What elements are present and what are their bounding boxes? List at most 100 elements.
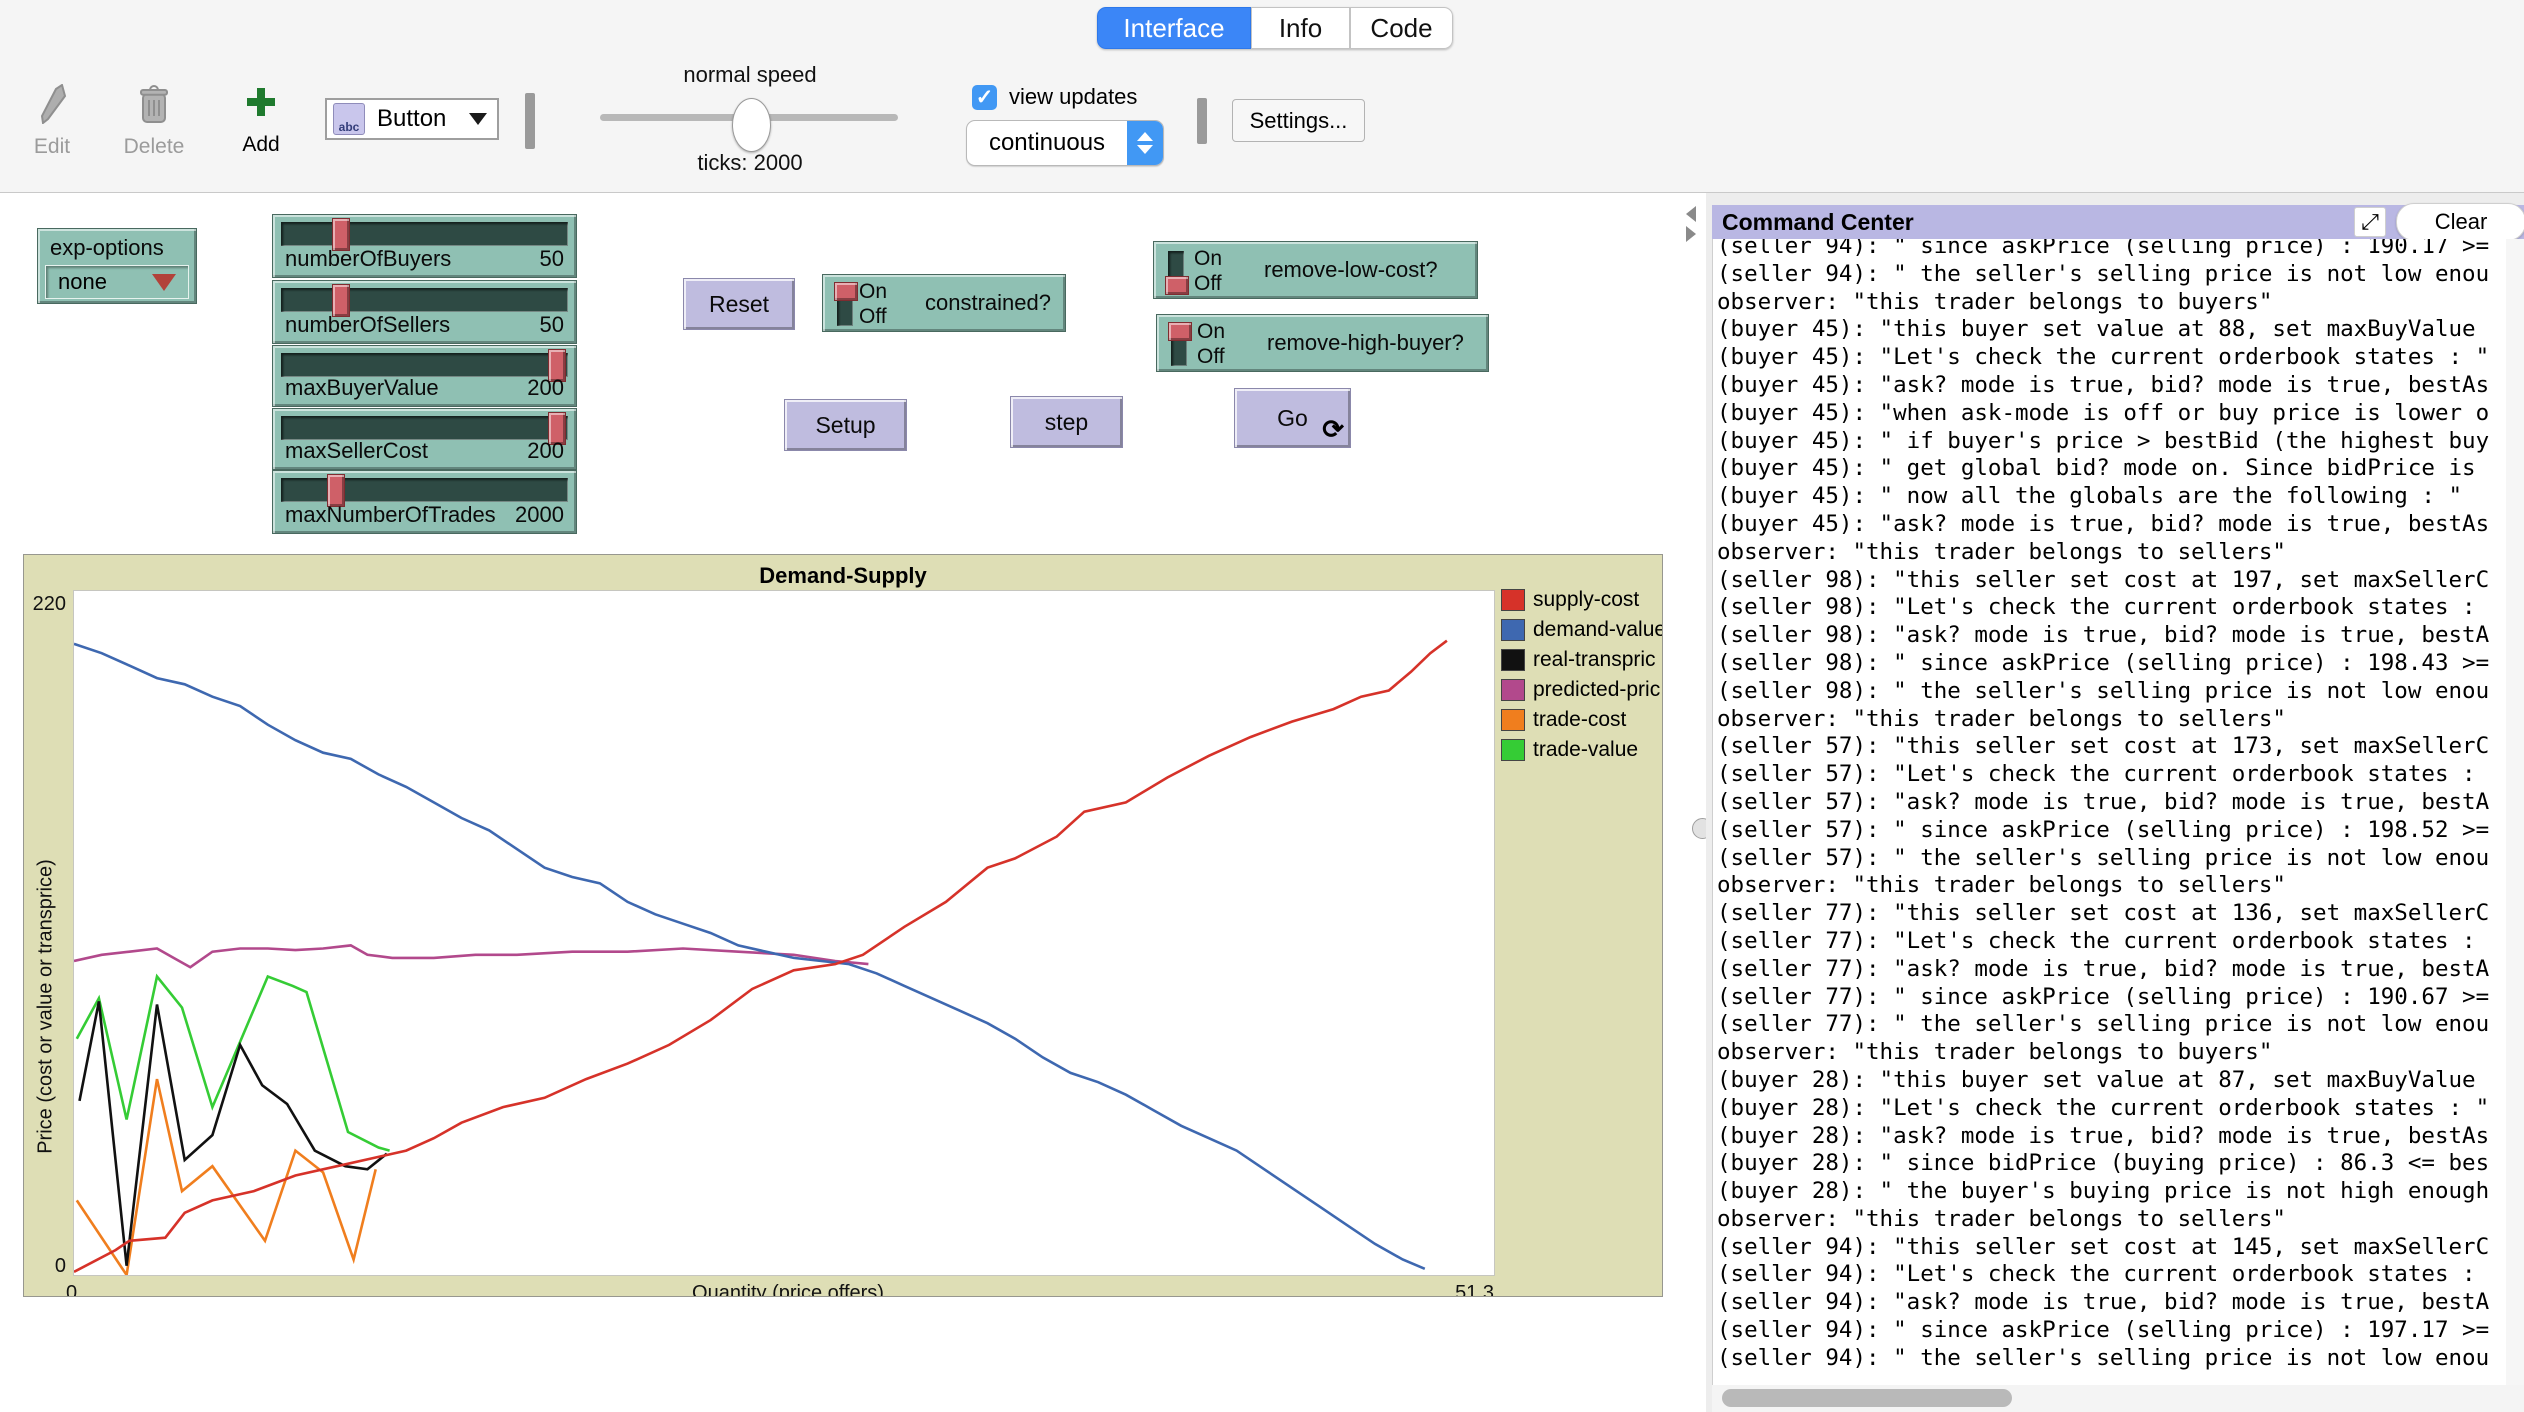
plot-title: Demand-Supply	[24, 563, 1662, 589]
go-button[interactable]: Go ⟳	[1234, 388, 1351, 448]
slider-numberOfBuyers[interactable]: numberOfBuyers50	[272, 214, 577, 278]
command-center-line: (seller 98): " the seller's selling pric…	[1717, 678, 2507, 706]
switch-remove-low-cost[interactable]: OnOff remove-low-cost?	[1153, 241, 1478, 299]
command-center-header[interactable]: Command Center ⤢ Clear	[1712, 205, 2524, 239]
forever-icon: ⟳	[1322, 414, 1344, 445]
legend-item: trade-cost	[1501, 705, 1663, 735]
slider-maxBuyerValue[interactable]: maxBuyerValue200	[272, 345, 577, 407]
view-updates-control: ✓ view updates	[972, 84, 1137, 110]
slider-value: 200	[527, 438, 564, 464]
collapse-left-arrow-icon[interactable]	[1686, 206, 1696, 222]
command-center-line: (buyer 45): "when ask-mode is off or buy…	[1717, 400, 2507, 428]
go-label: Go	[1277, 405, 1308, 432]
command-center-line: (seller 77): " the seller's selling pric…	[1717, 1011, 2507, 1039]
slider-label: numberOfSellers	[285, 312, 450, 338]
setup-button[interactable]: Setup	[784, 399, 907, 451]
command-center-line: (buyer 28): " the buyer's buying price i…	[1717, 1178, 2507, 1206]
switch-slot	[1168, 251, 1184, 293]
tab-code[interactable]: Code	[1350, 7, 1453, 49]
command-center-line: (buyer 45): "this buyer set value at 88,…	[1717, 316, 2507, 344]
clear-button[interactable]: Clear	[2396, 203, 2524, 241]
switch-on-label: On	[1194, 246, 1222, 271]
slider-label: maxNumberOfTrades	[285, 502, 496, 528]
command-center-output[interactable]: (seller 94): " since askPrice (selling p…	[1712, 239, 2507, 1385]
switch-label: constrained?	[925, 275, 1051, 331]
command-center-line: (seller 94): "ask? mode is true, bid? mo…	[1717, 1289, 2507, 1317]
legend-swatch	[1501, 739, 1525, 761]
plot-lines	[74, 591, 1494, 1275]
toolbar: Interface Info Code Edit Delete Add abc …	[0, 0, 2524, 193]
speed-slider-label: normal speed	[600, 62, 900, 88]
command-center-line: (buyer 45): " now all the globals are th…	[1717, 483, 2507, 511]
switch-handle[interactable]	[1168, 322, 1192, 341]
chooser-value-box[interactable]: none	[45, 265, 189, 299]
command-center-line: (buyer 28): "ask? mode is true, bid? mod…	[1717, 1123, 2507, 1151]
command-center-vscrollbar[interactable]	[2506, 239, 2524, 1385]
command-center-title: Command Center	[1722, 209, 2354, 236]
command-center-line: (seller 94): " since askPrice (selling p…	[1717, 1317, 2507, 1345]
command-center-line: observer: "this trader belongs to seller…	[1717, 1206, 2507, 1234]
button-widget-icon: abc	[333, 103, 365, 135]
switch-handle[interactable]	[1165, 276, 1189, 295]
switch-handle[interactable]	[834, 282, 858, 301]
command-center-line: (seller 57): "ask? mode is true, bid? mo…	[1717, 789, 2507, 817]
chooser-label: exp-options	[50, 235, 164, 261]
legend-item: demand-value	[1501, 615, 1663, 645]
edit-pencil-icon	[35, 84, 69, 129]
switch-remove-high-buyer[interactable]: OnOff remove-high-buyer?	[1156, 314, 1489, 372]
reset-button[interactable]: Reset	[683, 278, 795, 330]
setup-label: Setup	[815, 412, 875, 439]
chooser-exp-options[interactable]: exp-options none	[37, 228, 197, 304]
hscrollbar-thumb[interactable]	[1722, 1389, 2012, 1407]
x-axis-label: Quantity (price offers)	[658, 1282, 918, 1297]
legend-label: predicted-pric	[1533, 678, 1660, 702]
command-center-hscrollbar[interactable]	[1712, 1385, 2524, 1412]
command-center-line: (seller 98): "ask? mode is true, bid? mo…	[1717, 622, 2507, 650]
switch-slot	[1171, 324, 1187, 366]
command-center-line: (seller 94): " the seller's selling pric…	[1717, 261, 2507, 289]
slider-numberOfSellers[interactable]: numberOfSellers50	[272, 280, 577, 344]
tab-info[interactable]: Info	[1251, 7, 1350, 49]
tab-interface[interactable]: Interface	[1097, 7, 1251, 49]
slider-track	[281, 222, 568, 246]
command-center-line: (seller 57): " since askPrice (selling p…	[1717, 817, 2507, 845]
view-updates-checkbox[interactable]: ✓	[972, 85, 997, 110]
delete-button[interactable]: Delete	[122, 84, 186, 159]
command-center-line: (seller 77): " since askPrice (selling p…	[1717, 984, 2507, 1012]
legend-swatch	[1501, 649, 1525, 671]
add-plus-icon	[243, 84, 279, 127]
edit-button[interactable]: Edit	[22, 84, 82, 159]
command-center-line: (seller 94): " since askPrice (selling p…	[1717, 239, 2507, 261]
y-axis-label: Price (cost or value or transprice)	[35, 837, 58, 1177]
settings-button[interactable]: Settings...	[1232, 99, 1365, 142]
speed-slider-thumb[interactable]	[732, 98, 771, 152]
tab-group: Interface Info Code	[1097, 7, 1453, 49]
update-mode-dropdown[interactable]: continuous	[966, 120, 1164, 166]
collapse-right-arrow-icon[interactable]	[1686, 226, 1696, 242]
switch-on-label: On	[859, 279, 887, 304]
toolbar-divider	[525, 93, 535, 149]
command-center-line: (seller 57): "this seller set cost at 17…	[1717, 733, 2507, 761]
slider-maxSellerCost[interactable]: maxSellerCost200	[272, 408, 577, 470]
command-center-line: (buyer 28): " since bidPrice (buying pri…	[1717, 1150, 2507, 1178]
slider-maxNumberOfTrades[interactable]: maxNumberOfTrades2000	[272, 470, 577, 534]
command-center-line: (buyer 28): "Let's check the current ord…	[1717, 1095, 2507, 1123]
slider-label: maxBuyerValue	[285, 375, 439, 401]
widget-type-value: Button	[377, 105, 469, 133]
command-center-line: (buyer 45): "Let's check the current ord…	[1717, 344, 2507, 372]
widget-type-dropdown[interactable]: abc Button	[325, 98, 499, 140]
x-axis-max-tick: 51.3	[1434, 1282, 1494, 1297]
command-center-line: (seller 98): " since askPrice (selling p…	[1717, 650, 2507, 678]
command-center-line: (buyer 45): " get global bid? mode on. S…	[1717, 455, 2507, 483]
switch-on-label: On	[1197, 319, 1225, 344]
slider-label: numberOfBuyers	[285, 246, 451, 272]
step-button[interactable]: step	[1010, 396, 1123, 448]
legend-swatch	[1501, 709, 1525, 731]
switch-constrained[interactable]: OnOff constrained?	[822, 274, 1066, 332]
switch-label: remove-low-cost?	[1264, 242, 1438, 298]
switch-off-label: Off	[1197, 344, 1225, 369]
add-button[interactable]: Add	[232, 84, 290, 157]
switch-off-label: Off	[1194, 271, 1222, 296]
update-mode-value: continuous	[967, 129, 1127, 157]
expand-icon[interactable]: ⤢	[2354, 207, 2386, 237]
